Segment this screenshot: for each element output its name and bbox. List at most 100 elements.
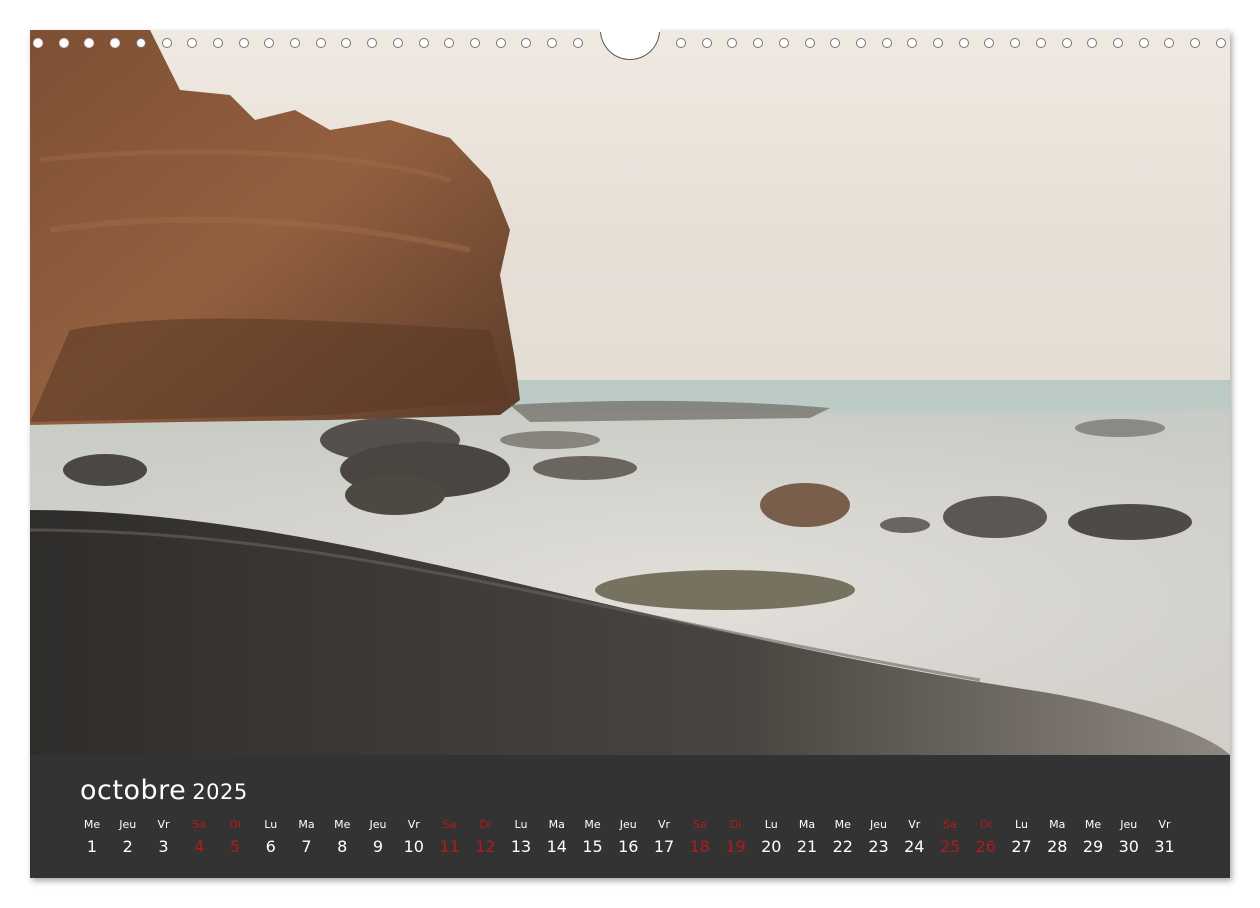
weekday-label: Lu xyxy=(514,818,528,831)
day-cell: Me 8 xyxy=(324,817,360,859)
weekday-label: Lu xyxy=(1015,818,1028,831)
day-cell: Ma 21 xyxy=(789,817,825,859)
weekday-label: Jeu xyxy=(119,818,137,831)
day-cell: Jeu 16 xyxy=(610,817,646,859)
weekday-label: Di xyxy=(729,818,742,831)
day-number: 27 xyxy=(1011,837,1032,856)
weekday-label: Sa xyxy=(943,818,957,831)
day-number: 3 xyxy=(158,837,169,856)
day-cell: Sa 18 xyxy=(682,817,718,859)
weekday-label: Vr xyxy=(657,818,671,831)
day-cell: Di 12 xyxy=(467,817,503,859)
weekday-label: Jeu xyxy=(870,818,887,831)
day-strip: Me 1 Jeu 2 Vr 3 Sa 4 Di 5 Lu 6 Ma 7 Me 8 Jeu 9 Vr 10 Sa 11 Di 1… xyxy=(74,817,1194,867)
day-number: 8 xyxy=(337,837,348,856)
day-number: 12 xyxy=(475,837,496,856)
day-number: 25 xyxy=(939,837,961,856)
day-cell: Lu 13 xyxy=(503,817,539,859)
day-number: 17 xyxy=(653,837,675,856)
day-cell: Sa 11 xyxy=(432,817,468,859)
day-number: 4 xyxy=(194,837,205,856)
weekday-label: Vr xyxy=(1158,818,1171,831)
day-number: 6 xyxy=(265,837,276,856)
day-cell: Ma 28 xyxy=(1039,817,1075,859)
weekday-label: Lu xyxy=(764,818,778,831)
weekday-label: Vr xyxy=(908,818,921,831)
weekday-label: Ma xyxy=(1049,818,1066,831)
weekday-label: Sa xyxy=(442,818,457,831)
day-number: 31 xyxy=(1154,837,1175,856)
weekday-label: Ma xyxy=(798,818,816,831)
day-cell: Sa 4 xyxy=(181,817,217,859)
weekday-label: Jeu xyxy=(1120,818,1138,831)
weekday-label: Me xyxy=(834,818,851,831)
day-cell: Me 1 xyxy=(74,817,110,859)
year-label: 2025 xyxy=(192,780,248,804)
day-number: 11 xyxy=(439,837,460,856)
day-number: 24 xyxy=(904,837,925,856)
day-cell: Sa 25 xyxy=(932,817,968,859)
weekday-label: Di xyxy=(479,818,492,831)
day-number: 2 xyxy=(122,837,133,856)
day-number: 28 xyxy=(1047,837,1068,856)
month-title: octobre 2025 xyxy=(80,775,248,806)
day-cell: Ma 7 xyxy=(289,817,325,859)
weekday-label: Vr xyxy=(157,818,170,831)
weekday-label: Me xyxy=(584,818,601,831)
calendar-band: octobre 2025 Me 1 Jeu 2 Vr 3 Sa 4 Di 5 Lu 6 Ma 7 Me 8 Jeu… xyxy=(30,755,1230,878)
day-number: 15 xyxy=(582,837,603,856)
weekday-label: Me xyxy=(83,818,101,831)
weekday-label: Me xyxy=(1084,818,1102,831)
day-cell: Di 19 xyxy=(718,817,754,859)
landscape-photo xyxy=(30,30,1230,755)
day-number: 29 xyxy=(1082,837,1104,856)
day-number: 26 xyxy=(975,837,996,856)
day-cell: Me 15 xyxy=(575,817,611,859)
landscape-illustration xyxy=(30,30,1230,755)
day-number: 20 xyxy=(761,837,782,856)
day-number: 10 xyxy=(403,837,424,856)
weekday-label: Di xyxy=(979,818,992,831)
day-number: 5 xyxy=(229,837,241,856)
day-cell: Me 22 xyxy=(825,817,861,859)
day-number: 7 xyxy=(301,837,312,856)
month-name: octobre xyxy=(80,775,187,806)
day-number: 9 xyxy=(372,837,384,856)
day-cell: Vr 31 xyxy=(1147,817,1183,859)
day-number: 22 xyxy=(832,837,853,856)
weekday-label: Me xyxy=(334,818,351,831)
calendar-page: octobre 2025 Me 1 Jeu 2 Vr 3 Sa 4 Di 5 Lu 6 Ma 7 Me 8 Jeu… xyxy=(30,30,1230,878)
day-cell: Lu 20 xyxy=(753,817,789,859)
day-number: 18 xyxy=(689,837,710,856)
day-number: 16 xyxy=(618,837,639,856)
day-cell: Vr 24 xyxy=(896,817,932,859)
day-cell: Lu 27 xyxy=(1004,817,1040,859)
day-cell: Ma 14 xyxy=(539,817,575,859)
day-cell: Lu 6 xyxy=(253,817,289,859)
weekday-label: Sa xyxy=(692,818,707,831)
day-cell: Di 26 xyxy=(968,817,1004,859)
day-cell: Jeu 30 xyxy=(1111,817,1147,859)
day-cell: Vr 10 xyxy=(396,817,432,859)
weekday-label: Lu xyxy=(264,818,278,831)
day-cell: Jeu 2 xyxy=(110,817,146,859)
weekday-label: Ma xyxy=(298,818,315,831)
day-number: 14 xyxy=(546,837,567,856)
day-number: 23 xyxy=(868,837,889,856)
day-cell: Di 5 xyxy=(217,817,253,859)
day-number: 30 xyxy=(1118,837,1139,856)
day-number: 13 xyxy=(510,837,532,856)
day-cell: Me 29 xyxy=(1075,817,1111,859)
day-number: 21 xyxy=(796,837,818,856)
day-cell: Jeu 9 xyxy=(360,817,396,859)
weekday-label: Jeu xyxy=(619,818,637,831)
day-cell: Vr 17 xyxy=(646,817,682,859)
day-number: 19 xyxy=(725,837,746,856)
weekday-label: Jeu xyxy=(369,818,387,831)
weekday-label: Sa xyxy=(192,818,207,831)
weekday-label: Ma xyxy=(548,818,565,831)
weekday-label: Di xyxy=(229,818,241,831)
day-cell: Vr 3 xyxy=(146,817,182,859)
weekday-label: Vr xyxy=(407,818,420,831)
day-cell: Jeu 23 xyxy=(861,817,897,859)
